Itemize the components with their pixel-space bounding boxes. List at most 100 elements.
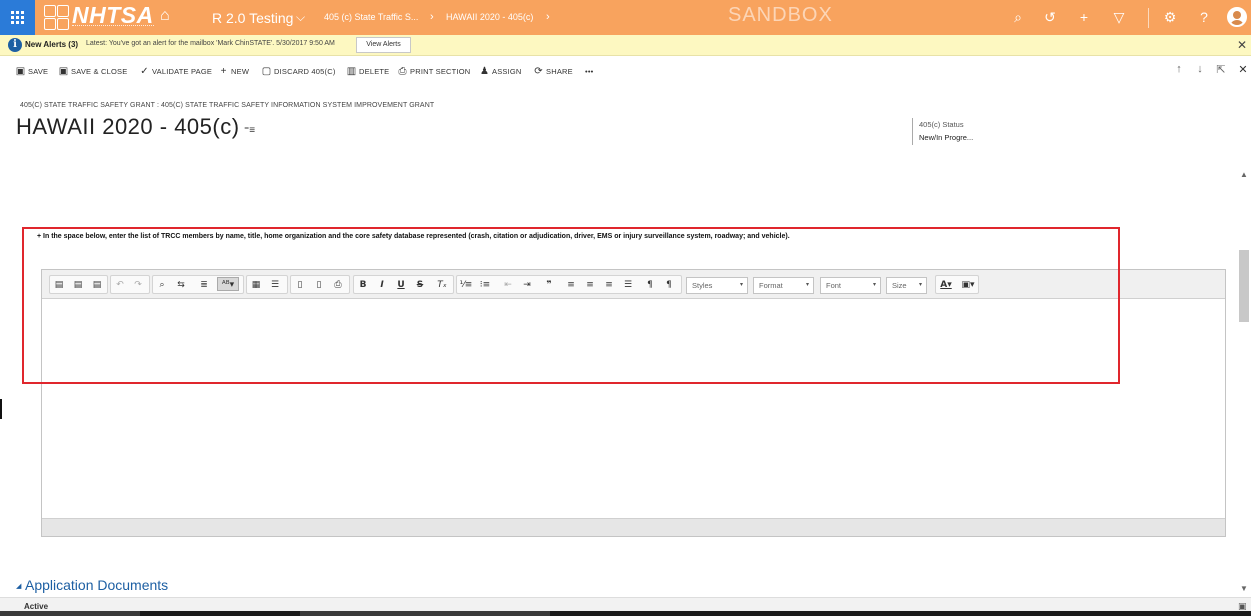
font-label: Font xyxy=(826,281,842,290)
help-icon[interactable]: ? xyxy=(1196,9,1212,25)
close-icon[interactable]: ✕ xyxy=(1237,63,1249,76)
breadcrumb-entity[interactable]: 405 (c) State Traffic S... xyxy=(324,12,418,22)
nhtsa-badge-icon xyxy=(44,5,70,30)
validate-page-button[interactable]: ✓ VALIDATE PAGE xyxy=(139,64,212,78)
align-right-icon[interactable]: ≡ xyxy=(602,278,616,292)
horizontal-rule-icon[interactable]: ☰ xyxy=(268,278,282,292)
save-button[interactable]: ▣ SAVE xyxy=(15,64,48,78)
share-button[interactable]: ⟳ SHARE xyxy=(533,64,573,78)
form-selector-icon[interactable]: ⁼≡ xyxy=(244,125,255,136)
chevron-down-icon: ▾ xyxy=(872,282,876,288)
new-page-icon[interactable]: ▯ xyxy=(293,278,307,292)
scroll-up-icon[interactable]: ▲ xyxy=(1240,170,1248,179)
top-navigation-bar: NHTSA ⌂ R 2.0 Testing ⌵ 405 (c) State Tr… xyxy=(0,0,1251,35)
strikethrough-icon[interactable]: S xyxy=(413,278,427,292)
recent-icon[interactable]: ↺ xyxy=(1042,9,1058,25)
more-commands-button[interactable]: ••• xyxy=(585,64,593,78)
italic-icon[interactable]: I xyxy=(375,278,389,292)
chevron-down-icon: ▾ xyxy=(918,282,922,288)
arrow-up-icon[interactable]: ↑ xyxy=(1173,63,1185,75)
arrow-down-icon[interactable]: ↓ xyxy=(1194,63,1206,75)
collapse-caret-icon[interactable]: ◢ xyxy=(16,582,21,590)
avatar[interactable] xyxy=(1227,7,1247,27)
alert-bar: i New Alerts (3) Latest: You've got an a… xyxy=(0,35,1251,56)
print-section-button[interactable]: ⎙ PRINT SECTION xyxy=(397,64,471,78)
bold-icon[interactable]: B xyxy=(356,278,370,292)
numbered-list-icon[interactable]: ⅟≡ xyxy=(459,278,473,292)
environment-watermark: SANDBOX xyxy=(728,4,833,26)
background-color-icon[interactable]: ▣▾ xyxy=(959,278,977,292)
assign-button[interactable]: ♟ ASSIGN xyxy=(479,64,522,78)
find-icon[interactable]: ⌕ xyxy=(155,278,169,292)
chevron-down-icon[interactable]: ⌵ xyxy=(296,10,305,25)
format-dropdown[interactable]: Format ▾ xyxy=(753,277,814,294)
chevron-right-icon[interactable]: › xyxy=(546,11,550,23)
vertical-scrollbar[interactable] xyxy=(1237,168,1251,596)
table-icon[interactable]: ▦ xyxy=(249,278,263,292)
paste-icon[interactable]: ▤ xyxy=(90,278,104,292)
size-dropdown[interactable]: Size ▾ xyxy=(886,277,927,294)
app-switcher[interactable]: R 2.0 Testing xyxy=(212,10,293,26)
assign-label: ASSIGN xyxy=(492,66,522,76)
redo-icon[interactable]: ↷ xyxy=(131,278,145,292)
ltr-icon[interactable]: ¶ xyxy=(643,278,657,292)
copy-icon[interactable]: ▤ xyxy=(71,278,85,292)
align-left-icon[interactable]: ≡ xyxy=(564,278,578,292)
plus-icon[interactable]: + xyxy=(1076,9,1092,25)
command-bar: ▣ SAVE ▣ SAVE & CLOSE ✓ VALIDATE PAGE + … xyxy=(0,57,1251,84)
save-label: SAVE xyxy=(28,66,49,76)
search-icon[interactable]: ⌕ xyxy=(1010,9,1026,25)
scroll-down-icon[interactable]: ▼ xyxy=(1240,584,1248,593)
section-title-application-documents[interactable]: Application Documents xyxy=(25,577,168,593)
record-status: Active xyxy=(24,602,49,611)
alert-message: Latest: You've got an alert for the mail… xyxy=(86,40,335,47)
underline-icon[interactable]: U xyxy=(394,278,408,292)
print-icon: ⎙ xyxy=(398,65,407,77)
app-launcher-icon[interactable] xyxy=(0,0,35,35)
status-label: 405(c) Status xyxy=(919,120,964,129)
justify-icon[interactable]: ☰ xyxy=(621,278,635,292)
rtl-icon[interactable]: ¶ xyxy=(662,278,676,292)
remove-format-icon[interactable]: Tₓ xyxy=(435,278,449,292)
text-color-icon[interactable]: A▾ xyxy=(937,278,955,292)
delete-button[interactable]: ▥ DELETE xyxy=(346,64,389,78)
styles-label: Styles xyxy=(692,281,713,290)
plus-icon: + xyxy=(220,65,227,77)
alert-title[interactable]: New Alerts (3) xyxy=(25,40,78,49)
left-edge-marker xyxy=(0,399,2,419)
breadcrumb-record[interactable]: HAWAII 2020 - 405(c) xyxy=(446,12,533,22)
outdent-icon[interactable]: ⇤ xyxy=(501,278,515,292)
view-alerts-button[interactable]: View Alerts xyxy=(356,37,411,53)
cut-icon[interactable]: ▤ xyxy=(52,278,66,292)
close-icon[interactable]: ✕ xyxy=(1237,38,1247,52)
indent-icon[interactable]: ⇥ xyxy=(520,278,534,292)
home-icon[interactable]: ⌂ xyxy=(160,8,176,24)
assign-icon: ♟ xyxy=(480,65,489,77)
font-dropdown[interactable]: Font ▾ xyxy=(820,277,881,294)
spellcheck-icon[interactable]: ᴬᴮ▾ xyxy=(217,277,239,291)
trash-icon: ▥ xyxy=(346,65,357,77)
gear-icon[interactable]: ⚙ xyxy=(1162,9,1178,25)
filter-icon[interactable]: ▽ xyxy=(1111,9,1127,25)
styles-dropdown[interactable]: Styles ▾ xyxy=(686,277,748,294)
save-close-button[interactable]: ▣ SAVE & CLOSE xyxy=(58,64,127,78)
question-label: + In the space below, enter the list of … xyxy=(37,233,790,240)
print-icon[interactable]: ⎙ xyxy=(331,278,345,292)
new-button[interactable]: + NEW xyxy=(218,64,249,78)
save-icon: ▣ xyxy=(15,65,26,77)
blockquote-icon[interactable]: ❞ xyxy=(542,278,556,292)
discard-button[interactable]: ▢ DISCARD 405(C) xyxy=(261,64,336,78)
logo-underline xyxy=(72,25,154,28)
undo-icon[interactable]: ↶ xyxy=(113,278,127,292)
bulleted-list-icon[interactable]: ⁝≡ xyxy=(478,278,492,292)
editor-content-area[interactable] xyxy=(42,299,1225,517)
chevron-down-icon: ▾ xyxy=(739,282,743,288)
select-all-icon[interactable]: ≣ xyxy=(197,278,211,292)
save-close-icon: ▣ xyxy=(58,65,69,77)
preview-icon[interactable]: ▯ xyxy=(312,278,326,292)
scrollbar-thumb[interactable] xyxy=(1239,250,1249,322)
popout-icon[interactable]: ⇱ xyxy=(1215,63,1227,76)
replace-icon[interactable]: ⇆ xyxy=(174,278,188,292)
share-label: SHARE xyxy=(546,66,573,76)
align-center-icon[interactable]: ≡ xyxy=(583,278,597,292)
